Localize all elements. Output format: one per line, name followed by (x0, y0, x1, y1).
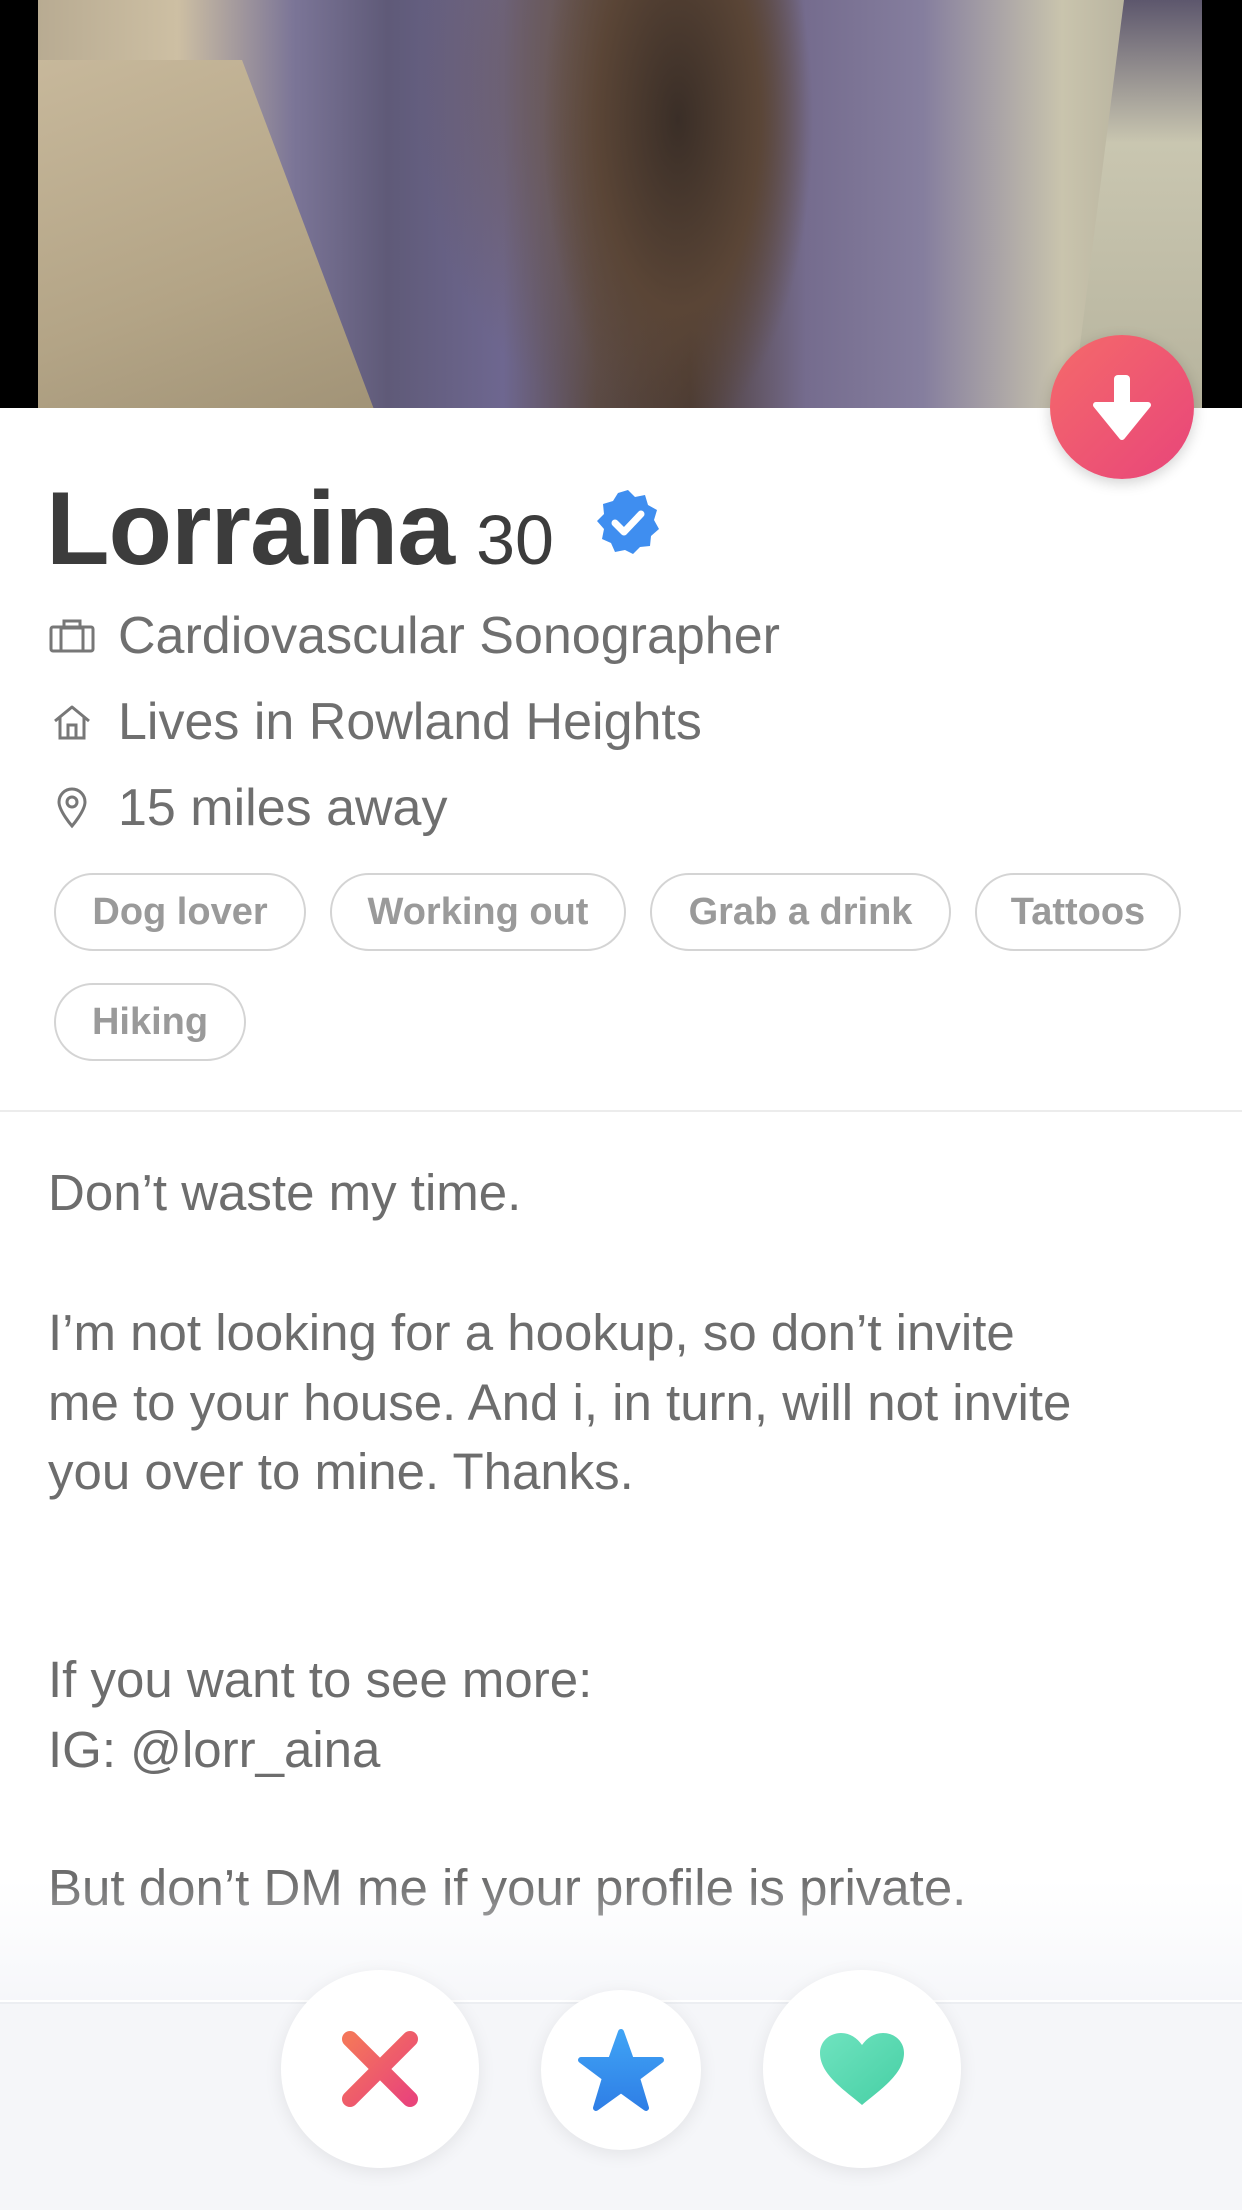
nope-button[interactable] (281, 1970, 479, 2168)
super-like-button[interactable] (541, 1990, 701, 2150)
profile-age: 30 (476, 501, 554, 579)
collapse-profile-button[interactable] (1050, 335, 1194, 479)
distance-text: 15 miles away (118, 779, 448, 837)
bottom-fade (0, 1880, 1242, 2000)
section-divider (0, 1110, 1242, 1112)
bio-line: you over to mine. Thanks. (48, 1443, 634, 1500)
verified-badge-icon (597, 490, 659, 554)
interest-tag: Tattoos (975, 873, 1181, 951)
home-icon (48, 698, 96, 746)
close-icon (342, 2031, 418, 2107)
bio-line: I’m not looking for a hookup, so don’t i… (48, 1304, 1015, 1361)
briefcase-icon (48, 612, 96, 660)
distance-row: 15 miles away (48, 778, 447, 838)
heart-icon (820, 2033, 904, 2105)
interest-tag: Dog lover (54, 873, 306, 951)
interest-tag: Working out (330, 873, 626, 951)
interest-tag: Grab a drink (650, 873, 951, 951)
job-row: Cardiovascular Sonographer (48, 606, 780, 666)
bio-line: me to your house. And i, in turn, will n… (48, 1374, 1072, 1431)
like-button[interactable] (763, 1970, 961, 2168)
star-icon (578, 2029, 664, 2111)
bio-line: Don’t waste my time. (48, 1164, 522, 1221)
profile-name: Lorraina (46, 471, 455, 587)
bio-line: IG: @lorr_aina (48, 1721, 381, 1778)
bio-line: If you want to see more: (48, 1651, 593, 1708)
job-title: Cardiovascular Sonographer (118, 607, 780, 665)
name-row: Lorraina 30 (46, 470, 554, 587)
lives-row: Lives in Rowland Heights (48, 692, 702, 752)
arrow-down-icon (1093, 375, 1151, 440)
profile-photo[interactable] (0, 0, 1242, 408)
interest-tag: Hiking (54, 983, 246, 1061)
profile-photo-image (38, 0, 1202, 408)
lives-in-text: Lives in Rowland Heights (118, 693, 702, 751)
location-pin-icon (48, 784, 96, 832)
